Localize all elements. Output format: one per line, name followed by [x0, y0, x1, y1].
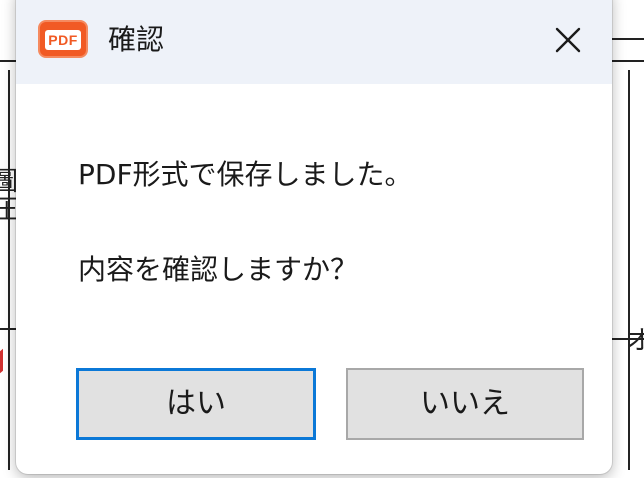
background-window-edge-line: [612, 60, 644, 62]
dialog-title: 確認: [108, 23, 165, 56]
background-window-edge-line: [0, 328, 16, 330]
dialog-titlebar[interactable]: PDF 確認: [16, 0, 612, 84]
dialog-message-question: 内容を確認しますか？: [78, 253, 359, 286]
close-button[interactable]: [544, 16, 592, 64]
confirm-dialog: PDF 確認 PDF形式で保存しました。 内容を確認しますか？ はい いいえ: [16, 0, 612, 474]
background-window-edge-line: [628, 70, 630, 470]
close-icon: [555, 27, 581, 53]
background-window-edge-line: [612, 38, 644, 40]
screen: 圖 圧 オ PDF 確認 PDF形式で保存しました。 内容を確認しますか？ はい…: [0, 0, 644, 478]
yes-button[interactable]: はい: [76, 368, 316, 440]
pdf-app-icon-label: PDF: [45, 30, 81, 50]
background-window-edge-line: [0, 60, 16, 62]
dialog-message-saved: PDF形式で保存しました。: [78, 158, 413, 191]
background-window-edge-line: [8, 70, 10, 470]
background-red-mark: [0, 348, 3, 374]
no-button[interactable]: いいえ: [346, 368, 584, 440]
background-window-text-left: 圖 圧: [0, 168, 16, 224]
background-window-text-right: オ: [626, 328, 644, 354]
pdf-app-icon: PDF: [38, 20, 88, 58]
